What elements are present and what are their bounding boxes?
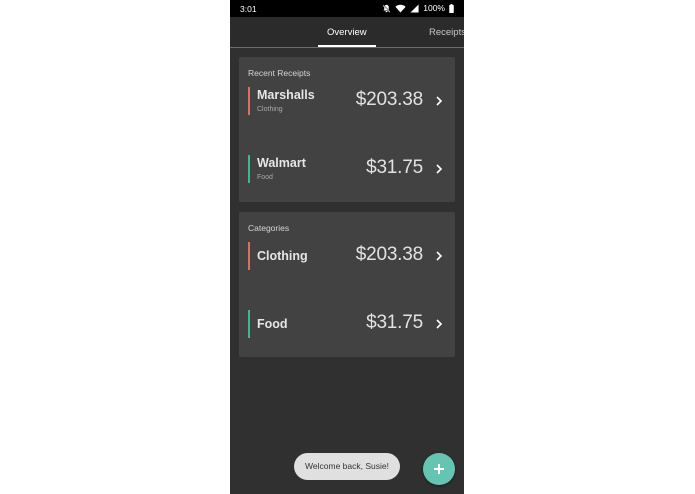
chevron-right-icon bbox=[436, 164, 443, 174]
category-name: Clothing bbox=[257, 249, 308, 263]
receipt-amount: $31.75 bbox=[366, 157, 423, 178]
receipt-row-marshalls[interactable]: Marshalls Clothing $203.38 bbox=[239, 86, 455, 118]
receipt-row-walmart[interactable]: Walmart Food $31.75 bbox=[239, 154, 455, 186]
chevron-right-icon bbox=[436, 96, 443, 106]
category-color-bar bbox=[248, 155, 250, 183]
tab-overview[interactable]: Overview bbox=[327, 27, 367, 38]
phone-screen: 3:01 100% Overview Receipts Recent Recei… bbox=[230, 0, 464, 494]
receipt-store-name: Marshalls bbox=[257, 88, 315, 102]
bell-off-icon bbox=[382, 3, 391, 13]
status-bar: 3:01 100% bbox=[230, 0, 464, 17]
recent-receipts-header: Recent Receipts bbox=[248, 68, 311, 78]
receipt-category: Clothing bbox=[257, 106, 283, 113]
status-time: 3:01 bbox=[240, 4, 257, 14]
recent-receipts-card: Recent Receipts Marshalls Clothing $203.… bbox=[239, 57, 455, 202]
signal-icon bbox=[410, 3, 419, 13]
category-row-clothing[interactable]: Clothing $203.38 bbox=[239, 241, 455, 273]
category-amount: $31.75 bbox=[366, 312, 423, 333]
add-receipt-button[interactable] bbox=[423, 453, 455, 485]
category-color-bar bbox=[248, 87, 250, 115]
tab-indicator bbox=[318, 45, 376, 47]
category-color-bar bbox=[248, 242, 250, 270]
category-name: Food bbox=[257, 317, 288, 331]
tab-receipts[interactable]: Receipts bbox=[429, 27, 464, 38]
category-amount: $203.38 bbox=[355, 244, 423, 265]
tab-bar: Overview Receipts bbox=[230, 17, 464, 48]
category-color-bar bbox=[248, 310, 250, 338]
status-icons: 100% bbox=[382, 3, 454, 13]
chevron-right-icon bbox=[436, 319, 443, 329]
battery-icon bbox=[449, 3, 454, 13]
receipt-amount: $203.38 bbox=[355, 89, 423, 110]
battery-percent: 100% bbox=[423, 3, 445, 13]
receipt-category: Food bbox=[257, 174, 273, 181]
welcome-toast: Welcome back, Susie! bbox=[294, 453, 400, 480]
wifi-icon bbox=[395, 4, 406, 13]
categories-header: Categories bbox=[248, 223, 290, 233]
categories-card: Categories Clothing $203.38 Food $31.75 bbox=[239, 212, 455, 357]
category-row-food[interactable]: Food $31.75 bbox=[239, 309, 455, 341]
receipt-store-name: Walmart bbox=[257, 156, 306, 170]
chevron-right-icon bbox=[436, 251, 443, 261]
